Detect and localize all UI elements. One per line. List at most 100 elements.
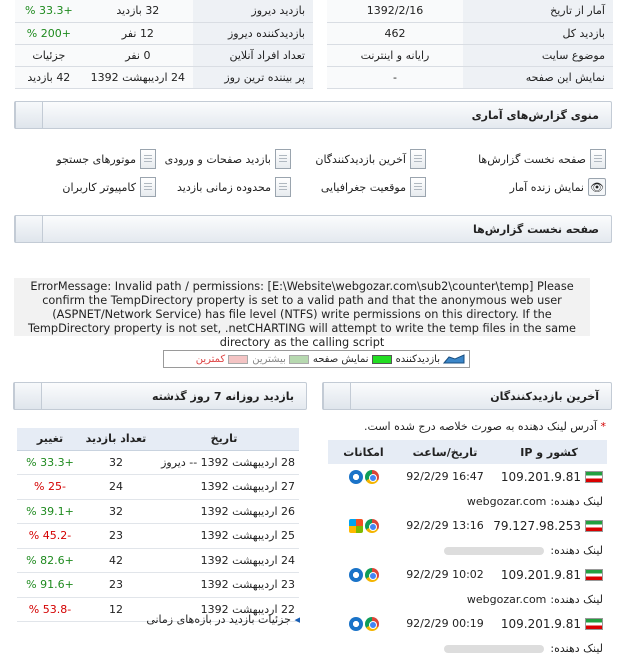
referrer-link[interactable]: webgozar.com bbox=[467, 593, 546, 606]
last-visitors-title: آخرین بازدیدکنندگان bbox=[490, 389, 599, 403]
summary-label: بازدیدکننده دیروز bbox=[193, 22, 313, 45]
last-visitors-header: آخرین بازدیدکنندگان bbox=[322, 382, 612, 410]
windows-icon bbox=[348, 469, 363, 484]
online-details-link[interactable]: جزئیات bbox=[15, 44, 83, 67]
menu-item-last-visitors[interactable]: آخرین بازدیدکنندگان bbox=[315, 148, 426, 170]
visitor-row: 109.201.9.81 10:02 92/2/29 bbox=[328, 562, 607, 587]
chrome-icon bbox=[364, 469, 379, 484]
summary-row: بازدید کل 462 bbox=[327, 22, 613, 45]
menu-item-label: صفحه نخست گزارش‌ها bbox=[478, 152, 586, 166]
chrome-icon bbox=[364, 616, 379, 631]
referrer-link[interactable]: webgozar.com bbox=[467, 495, 546, 508]
visitor-features bbox=[328, 464, 399, 489]
referrer-cell: لینک دهنده: bbox=[328, 538, 607, 562]
collapse-tab[interactable] bbox=[15, 215, 43, 243]
summary-label: نمایش این صفحه bbox=[463, 66, 613, 89]
col-date: تاریخ bbox=[149, 428, 299, 451]
summary-value: 32 بازدید bbox=[82, 0, 193, 23]
summary-label: پر بیننده ترین روز bbox=[193, 66, 313, 89]
row-date: 27 اردیبهشت 1392 bbox=[149, 474, 299, 500]
summary-row: نمایش این صفحه - bbox=[327, 66, 613, 89]
table-row: 25 اردیبهشت 1392 23 -45.2 % bbox=[17, 523, 299, 549]
col-count: تعداد بازدید bbox=[83, 428, 149, 451]
menu-item-label: کامپیوتر کاربران bbox=[62, 180, 136, 194]
chrome-icon bbox=[364, 518, 379, 533]
windows-icon bbox=[348, 567, 363, 582]
home-reports-header: صفحه نخست گزارش‌ها bbox=[14, 215, 612, 243]
report-icon bbox=[410, 177, 426, 197]
referrer-label: لینک دهنده: bbox=[550, 641, 603, 655]
visitor-row: 79.127.98.253 13:16 92/2/29 bbox=[328, 513, 607, 538]
visitor-features bbox=[328, 562, 399, 587]
referrer-row: لینک دهنده: bbox=[328, 636, 607, 660]
summary-label: بازدید دیروز bbox=[193, 0, 313, 23]
report-icon bbox=[590, 149, 606, 169]
row-count: 12 bbox=[83, 597, 149, 622]
referrer-label: لینک دهنده: bbox=[550, 543, 603, 557]
table-row: 27 اردیبهشت 1392 24 -25 % bbox=[17, 474, 299, 500]
collapse-tab[interactable] bbox=[15, 101, 43, 129]
collapse-tab[interactable] bbox=[323, 382, 351, 410]
referrer-cell: لینک دهنده: webgozar.com bbox=[328, 587, 607, 611]
summary-extra: 42 بازدید bbox=[15, 66, 83, 89]
summary-label: تعداد افراد آنلاین bbox=[193, 44, 313, 67]
menu-item-label: نمایش زنده آمار bbox=[509, 180, 584, 194]
iran-flag-icon bbox=[585, 569, 603, 581]
collapse-tab[interactable] bbox=[14, 382, 42, 410]
menu-item-geo-location[interactable]: موقعیت جغرافیایی bbox=[321, 176, 426, 198]
row-change: -25 % bbox=[17, 474, 83, 500]
chrome-icon bbox=[364, 567, 379, 582]
row-count: 24 bbox=[83, 474, 149, 500]
visitor-row: 109.201.9.81 16:47 92/2/29 bbox=[328, 464, 607, 489]
row-change: +91.6 % bbox=[17, 572, 83, 598]
summary-row: بازدیدکننده دیروز 12 نفر +200 % bbox=[15, 22, 313, 45]
referrer-cell: لینک دهنده: webgozar.com bbox=[328, 489, 607, 513]
summary-value: 1392/2/16 bbox=[327, 0, 463, 23]
table-row: 28 اردیبهشت 1392 -- دیروز 32 +33.3 % bbox=[17, 450, 299, 475]
row-date: 24 اردیبهشت 1392 bbox=[149, 548, 299, 573]
legend-least: کمترین bbox=[196, 354, 249, 365]
menu-item-home[interactable]: صفحه نخست گزارش‌ها bbox=[478, 148, 606, 170]
col-features: امکانات bbox=[328, 440, 399, 464]
referrer-row: لینک دهنده: webgozar.com bbox=[328, 489, 607, 513]
summary-label: آمار از تاریخ bbox=[463, 0, 613, 23]
report-menu-header: منوی گزارش‌های آماری bbox=[14, 101, 612, 129]
menu-item-user-computers[interactable]: کامپیوتر کاربران bbox=[62, 176, 156, 198]
menu-item-label: محدوده زمانی بازدید bbox=[177, 180, 271, 194]
legend-most: بیشترین bbox=[252, 354, 309, 365]
row-change: +82.6 % bbox=[17, 548, 83, 573]
visitor-ip: 79.127.98.253 bbox=[493, 518, 581, 533]
referrer-label: لینک دهنده: bbox=[550, 592, 603, 606]
row-count: 32 bbox=[83, 499, 149, 524]
table-row: 23 اردیبهشت 1392 23 +91.6 % bbox=[17, 572, 299, 598]
visitor-ip-cell[interactable]: 109.201.9.81 bbox=[491, 611, 607, 636]
referrer-note: * آدرس لینک دهنده به صورت خلاصه درج شده … bbox=[364, 420, 606, 433]
windows-icon bbox=[348, 616, 363, 631]
table-row: 26 اردیبهشت 1392 32 +39.1 % bbox=[17, 499, 299, 524]
menu-item-label: بازدید صفحات و ورودی bbox=[164, 152, 271, 166]
referrer-blurred bbox=[444, 644, 545, 653]
summary-row: پر بیننده ترین روز 24 اردیبهشت 1392 42 ب… bbox=[15, 66, 313, 89]
visitor-ip-cell[interactable]: 79.127.98.253 bbox=[491, 513, 607, 538]
summary-label: بازدید کل bbox=[463, 22, 613, 45]
summary-label: موضوع سایت bbox=[463, 44, 613, 67]
menu-item-label: موقعیت جغرافیایی bbox=[320, 180, 406, 194]
col-datetime: تاریخ/ساعت bbox=[399, 440, 491, 464]
referrer-blurred bbox=[444, 546, 545, 555]
menu-item-search-engines[interactable]: موتورهای جستجو bbox=[56, 148, 156, 170]
visitor-ip-cell[interactable]: 109.201.9.81 bbox=[491, 562, 607, 587]
visitor-ip: 109.201.9.81 bbox=[500, 616, 581, 631]
menu-item-time-range[interactable]: محدوده زمانی بازدید bbox=[177, 176, 291, 198]
home-reports-title: صفحه نخست گزارش‌ها bbox=[473, 222, 599, 236]
summary-row: بازدید دیروز 32 بازدید +33.3 % bbox=[15, 0, 313, 23]
menu-item-page-visits[interactable]: بازدید صفحات و ورودی bbox=[165, 148, 291, 170]
pink-swatch-icon bbox=[228, 354, 249, 364]
daily-visits-header: بازدید روزانه 7 روز گذشته bbox=[13, 382, 307, 410]
summary-row: موضوع سایت رایانه و اینترنت bbox=[327, 44, 613, 67]
time-range-details-link[interactable]: ◂ جزئیات بازدید در بازه‌های زمانی bbox=[146, 613, 300, 626]
summary-value: 0 نفر bbox=[82, 44, 193, 67]
menu-item-live-stats[interactable]: 👁 نمایش زنده آمار bbox=[510, 176, 606, 198]
visitor-ip-cell[interactable]: 109.201.9.81 bbox=[491, 464, 607, 489]
visitor-features bbox=[328, 611, 399, 636]
error-message: ErrorMessage: Invalid path / permissions… bbox=[14, 278, 590, 349]
